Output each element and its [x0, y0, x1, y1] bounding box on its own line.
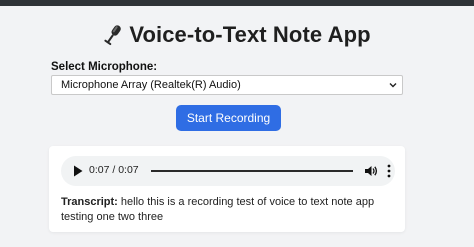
- microphone-label: Select Microphone:: [51, 61, 158, 73]
- play-icon[interactable]: [73, 165, 83, 177]
- start-recording-button[interactable]: Start Recording: [176, 105, 281, 131]
- microphone-select[interactable]: Microphone Array (Realtek(R) Audio): [51, 75, 403, 95]
- result-card: 0:07 / 0:07 Transcript: hello this is a …: [49, 146, 405, 232]
- seek-bar[interactable]: [151, 170, 353, 172]
- seek-bar-fill: [151, 170, 353, 172]
- header: Voice-to-Text Note App: [0, 20, 474, 50]
- audio-player: 0:07 / 0:07: [61, 156, 395, 186]
- volume-icon[interactable]: [364, 165, 378, 177]
- transcript: Transcript: hello this is a recording te…: [61, 195, 399, 224]
- chevron-down-icon: [389, 83, 397, 88]
- transcript-label: Transcript:: [61, 196, 118, 208]
- top-bar: [0, 0, 474, 6]
- more-options-icon[interactable]: [387, 164, 391, 178]
- microphone-icon: [104, 25, 122, 46]
- playback-time: 0:07 / 0:07: [89, 164, 139, 176]
- microphone-select-value: Microphone Array (Realtek(R) Audio): [61, 79, 241, 91]
- page-title: Voice-to-Text Note App: [129, 22, 371, 47]
